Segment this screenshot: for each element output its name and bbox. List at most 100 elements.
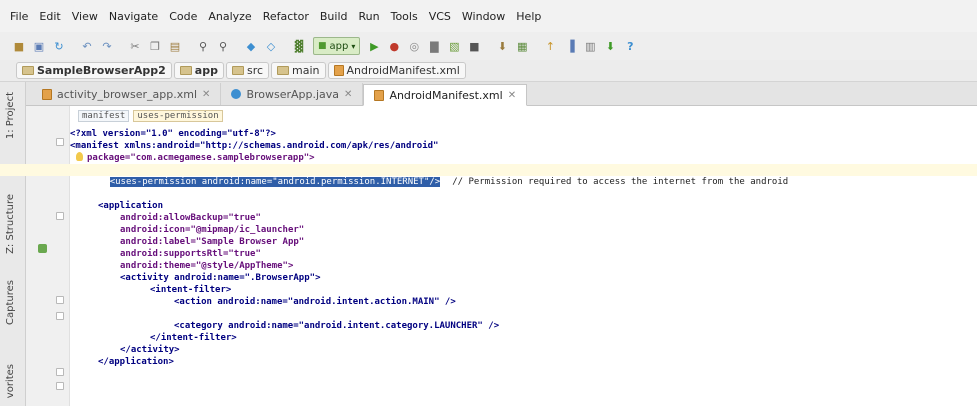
tab-browser-app-java[interactable]: BrowserApp.java ✕ [221, 83, 364, 105]
menu-help[interactable]: Help [516, 10, 541, 23]
xml-crumb-manifest[interactable]: manifest [78, 110, 130, 122]
breadcrumb-project[interactable]: SampleBrowserApp2 [16, 62, 172, 79]
debug-icon[interactable]: ● [385, 37, 403, 55]
tab-label: activity_browser_app.xml [57, 87, 198, 101]
back-icon[interactable]: ◆ [242, 37, 260, 55]
close-icon[interactable]: ✕ [508, 90, 516, 101]
favorites-tool-button[interactable]: vorites [5, 364, 16, 398]
save-icon[interactable]: ▣ [30, 37, 48, 55]
android-monitor-icon[interactable]: ↑ [541, 37, 559, 55]
sdk-download-icon[interactable]: ⬇ [601, 37, 619, 55]
tab-label: AndroidManifest.xml [389, 88, 503, 102]
menu-edit[interactable]: Edit [39, 10, 60, 23]
menu-window[interactable]: Window [462, 10, 505, 23]
manifest-file-icon [374, 89, 385, 101]
code-line: android:label="Sample Browser App" [120, 236, 304, 248]
cut-icon[interactable]: ✂ [126, 37, 144, 55]
menu-run[interactable]: Run [359, 10, 380, 23]
java-class-icon [231, 89, 242, 99]
sdk-manager-icon[interactable]: ⬇ [493, 37, 511, 55]
run-configuration-selector[interactable]: ■ app ▾ [313, 37, 361, 55]
menu-vcs[interactable]: VCS [429, 10, 451, 23]
breadcrumb-module[interactable]: app [173, 62, 224, 79]
menu-navigate[interactable]: Navigate [109, 10, 158, 23]
menu-refactor[interactable]: Refactor [263, 10, 309, 23]
main-toolbar: ■ ▣ ↻ ↶ ↷ ✂ ❐ ▤ ⚲ ⚲ ◆ ◇ ▓ ■ app ▾ ▶ ● ◎ … [0, 32, 977, 60]
xml-breadcrumbs: manifest uses-permission [78, 110, 223, 122]
copy-icon[interactable]: ❐ [146, 37, 164, 55]
fold-marker-icon[interactable] [56, 212, 64, 220]
help-icon[interactable]: ? [621, 37, 639, 55]
fold-marker-icon[interactable] [56, 296, 64, 304]
open-icon[interactable]: ■ [10, 37, 28, 55]
breadcrumb-file[interactable]: AndroidManifest.xml [327, 62, 466, 79]
tab-activity-browser-app[interactable]: activity_browser_app.xml ✕ [32, 83, 222, 105]
manifest-open-tag: <manifest xmlns:android="http://schemas.… [70, 141, 439, 151]
navigation-breadcrumb: SampleBrowserApp2 app src main AndroidMa… [0, 60, 977, 82]
chevron-down-icon: ▾ [351, 41, 356, 51]
android-icon[interactable] [38, 244, 47, 253]
find-icon[interactable]: ⚲ [194, 37, 212, 55]
label-attribute: android:label="Sample Browser App" [120, 237, 305, 247]
fold-marker-icon[interactable] [56, 382, 64, 390]
fold-marker-icon[interactable] [56, 368, 64, 376]
folder-icon [179, 66, 192, 75]
tab-android-manifest[interactable]: AndroidManifest.xml ✕ [363, 84, 528, 106]
fold-marker-icon[interactable] [56, 138, 64, 146]
undo-icon[interactable]: ↶ [78, 37, 96, 55]
left-tool-stripe: 1: Project Z: Structure Captures vorites [0, 82, 26, 406]
icon-attribute: android:icon="@mipmap/ic_launcher" [120, 225, 305, 235]
code-line: <category android:name="android.intent.c… [174, 320, 499, 332]
captures-tool-button[interactable]: Captures [5, 280, 16, 325]
paste-icon[interactable]: ▤ [166, 37, 184, 55]
stop-icon[interactable]: ■ [465, 37, 483, 55]
make-project-icon[interactable]: ▓ [290, 37, 308, 55]
avd-manager-icon[interactable]: ▦ [513, 37, 531, 55]
xml-declaration: <?xml version="1.0" encoding="utf-8"?> [70, 129, 276, 139]
run-config-icon: ■ [318, 41, 327, 51]
manifest-file-icon [333, 65, 344, 76]
menu-bar: File Edit View Navigate Code Analyze Ref… [0, 0, 977, 32]
code-line: <action android:name="android.intent.act… [174, 296, 456, 308]
replace-icon[interactable]: ⚲ [214, 37, 232, 55]
activity-open-tag: <activity android:name=".BrowserApp"> [120, 273, 321, 283]
code-line: </activity> [120, 344, 180, 356]
breadcrumb-src[interactable]: src [225, 62, 270, 79]
attach-debugger-icon[interactable]: ◎ [405, 37, 423, 55]
download-icon[interactable]: ▥ [581, 37, 599, 55]
menu-file[interactable]: File [10, 10, 28, 23]
breadcrumb-main[interactable]: main [271, 62, 326, 79]
folder-icon [22, 66, 34, 75]
menu-code[interactable]: Code [169, 10, 197, 23]
breadcrumb-main-label: main [292, 64, 320, 77]
structure-tool-button[interactable]: Z: Structure [5, 194, 16, 254]
menu-analyze[interactable]: Analyze [208, 10, 251, 23]
project-tool-button[interactable]: 1: Project [5, 92, 16, 139]
fold-marker-icon[interactable] [56, 312, 64, 320]
breadcrumb-file-label: AndroidManifest.xml [346, 64, 460, 77]
menu-view[interactable]: View [72, 10, 98, 23]
tab-label: BrowserApp.java [246, 87, 340, 101]
coverage-icon[interactable]: ▇ [425, 37, 443, 55]
code-editor[interactable]: manifest uses-permission <?xml version="… [0, 106, 977, 406]
close-icon[interactable]: ✕ [202, 89, 210, 100]
code-line: <activity android:name=".BrowserApp"> [120, 272, 320, 284]
menu-build[interactable]: Build [320, 10, 348, 23]
close-icon[interactable]: ✕ [344, 89, 352, 100]
editor-gutter [26, 106, 70, 406]
intent-filter-close-tag: </intent-filter> [150, 333, 237, 343]
application-close-tag: </application> [98, 357, 174, 367]
sync-icon[interactable]: ↻ [50, 37, 68, 55]
project-structure-icon[interactable]: ▐ [561, 37, 579, 55]
redo-icon[interactable]: ↷ [98, 37, 116, 55]
lightbulb-icon[interactable] [76, 152, 83, 161]
xml-crumb-uses-permission[interactable]: uses-permission [133, 110, 223, 122]
activity-close-tag: </activity> [120, 345, 180, 355]
supports-rtl-attribute: android:supportsRtl="true" [120, 249, 261, 259]
forward-icon[interactable]: ◇ [262, 37, 280, 55]
breadcrumb-module-label: app [194, 64, 218, 77]
menu-tools[interactable]: Tools [391, 10, 418, 23]
run-icon[interactable]: ▶ [365, 37, 383, 55]
gradle-sync-icon[interactable]: ▧ [445, 37, 463, 55]
intent-filter-open-tag: <intent-filter> [150, 285, 232, 295]
